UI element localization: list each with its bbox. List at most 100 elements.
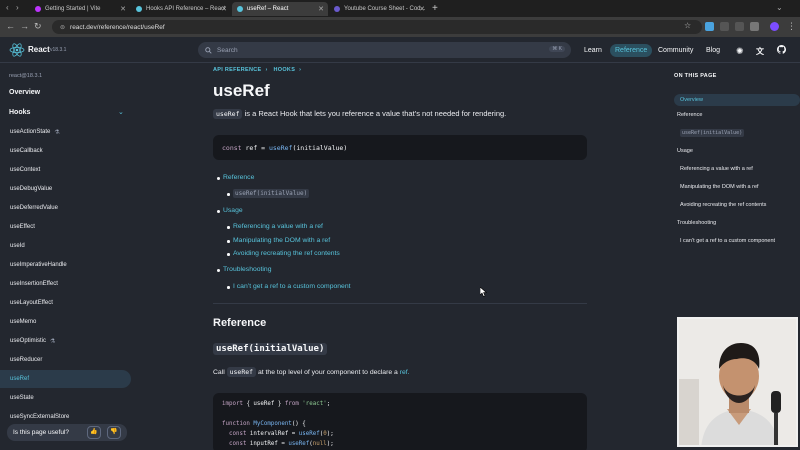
sidebar-item-overview[interactable]: Overview (9, 89, 40, 96)
back-icon[interactable]: ← (6, 21, 15, 31)
nav-blog[interactable]: Blog (701, 44, 725, 57)
browser-tab-hooks[interactable]: Hooks API Reference – React ✕ (131, 2, 231, 16)
site-info-icon[interactable]: ⊜ (60, 24, 65, 31)
browser-tab-vite[interactable]: Getting Started | Vite ✕ (30, 2, 130, 16)
tab-search-icon[interactable]: ⌄ (776, 3, 783, 12)
browser-tab-youtube-sheet[interactable]: Youtube Course Sheet - Cod... ✕ (329, 2, 429, 16)
code-keyword: const (222, 431, 247, 437)
toc-item[interactable]: Referencing a value with a ref (680, 166, 753, 172)
code-line: import { useRef } from 'react'; (222, 401, 330, 407)
forward-icon[interactable]: → (20, 21, 29, 31)
language-icon[interactable]: 文 (756, 46, 764, 57)
toc-link-manipulating-dom[interactable]: Manipulating the DOM with a ref (233, 237, 330, 244)
list-bullet (217, 177, 220, 180)
toc-item[interactable]: Manipulating the DOM with a ref (680, 184, 759, 190)
breadcrumb-hooks[interactable]: HOOKS (274, 67, 296, 73)
sidebar-item-usedeferredvalue[interactable]: useDeferredValue (10, 199, 132, 217)
sidebar-item-useoptimistic[interactable]: useOptimistic ⚗ (10, 332, 132, 350)
toc-title: ON THIS PAGE (674, 73, 717, 79)
extension-icon[interactable] (735, 22, 744, 31)
sidebar-item-usememo[interactable]: useMemo (10, 313, 132, 331)
close-tab-icon[interactable]: ✕ (419, 5, 425, 13)
divider (213, 303, 587, 304)
toc-item[interactable]: Overview (674, 94, 800, 106)
sidebar-item-useref[interactable]: useRef (0, 370, 131, 388)
code-text: (initialValue) (292, 143, 348, 152)
sidebar-item-usecontext[interactable]: useContext (10, 161, 132, 179)
new-tab-icon[interactable]: + (432, 3, 438, 14)
list-bullet (217, 210, 220, 213)
sidebar-item-usestate[interactable]: useState (10, 389, 132, 407)
thumbs-down-icon[interactable]: 👎 (107, 426, 121, 439)
sidebar-section-hooks[interactable]: Hooks (9, 109, 30, 116)
toc-link-useref-signature[interactable]: useRef(initialValue) (233, 189, 310, 198)
experimental-flask-icon: ⚗ (54, 129, 60, 136)
ref-link[interactable]: ref. (400, 369, 410, 376)
toc-item[interactable]: I can’t get a ref to a custom component (680, 238, 775, 244)
back-tab-icon[interactable]: ‹ (6, 3, 9, 12)
toc-item[interactable]: Troubleshooting (677, 220, 716, 226)
sidebar-item-useactionstate[interactable]: useActionState ⚗ (10, 123, 132, 141)
text: at the top level of your component to de… (257, 369, 398, 376)
brand-name[interactable]: React (28, 45, 50, 54)
toc-item[interactable]: Usage (677, 148, 693, 154)
sidebar-item-useimperativehandle[interactable]: useImperativeHandle (10, 256, 132, 274)
breadcrumb: API REFERENCE › HOOKS › (213, 67, 305, 73)
inline-code: useRef(initialValue) (233, 189, 310, 198)
extension-icon[interactable] (705, 22, 714, 31)
chevron-down-icon[interactable]: ⌄ (118, 108, 124, 116)
thumbs-up-icon[interactable]: 👍 (87, 426, 101, 439)
nav-reference[interactable]: Reference (610, 44, 653, 57)
list-bullet (227, 240, 230, 243)
toc-link-troubleshooting[interactable]: Troubleshooting (223, 266, 272, 273)
bookmark-star-icon[interactable]: ☆ (684, 21, 691, 30)
sidebar-item-label: useMemo (10, 319, 37, 325)
search-input[interactable]: Search ⌘ K (198, 42, 571, 58)
github-icon[interactable] (777, 45, 786, 54)
toc-link-reference[interactable]: Reference (223, 174, 254, 181)
nav-learn[interactable]: Learn (579, 44, 607, 57)
react-logo-icon[interactable] (9, 43, 25, 57)
browser-tab-useref[interactable]: useRef – React ✕ (232, 2, 328, 16)
sidebar-item-label: useDeferredValue (10, 205, 58, 211)
toc-link-avoiding-recreating[interactable]: Avoiding recreating the ref contents (233, 250, 340, 257)
sidebar-item-usereducer[interactable]: useReducer (10, 351, 132, 369)
toc-link-usage[interactable]: Usage (223, 207, 243, 214)
react-favicon-icon (237, 6, 243, 12)
extension-icon[interactable] (720, 22, 729, 31)
sidebar-item-useinsertioneffect[interactable]: useInsertionEffect (10, 275, 132, 293)
profile-avatar-icon[interactable] (770, 22, 779, 31)
toc-item[interactable]: Avoiding recreating the ref contents (680, 202, 766, 208)
sidebar-version-label: react@18.3.1 (9, 73, 43, 79)
toc-item[interactable]: Reference (677, 112, 702, 118)
address-bar[interactable]: ⊜ react.dev/reference/react/useRef (52, 20, 702, 34)
sidebar-item-usecallback[interactable]: useCallback (10, 142, 132, 160)
close-tab-icon[interactable]: ✕ (120, 5, 126, 13)
vite-favicon-icon (35, 6, 41, 12)
nav-community[interactable]: Community (653, 44, 698, 57)
browser-menu-icon[interactable]: ⋮ (787, 21, 796, 32)
close-tab-icon[interactable]: ✕ (318, 5, 324, 13)
toc-link-custom-component[interactable]: I can’t get a ref to a custom component (233, 283, 351, 290)
reload-icon[interactable]: ↻ (34, 21, 42, 32)
sidebar-item-useeffect[interactable]: useEffect (10, 218, 132, 236)
extensions-puzzle-icon[interactable] (750, 22, 759, 31)
sidebar-item-usedebugvalue[interactable]: useDebugValue (10, 180, 132, 198)
theme-toggle-icon[interactable]: ✺ (736, 46, 744, 57)
code-number: null (312, 441, 327, 447)
code-line: const intervalRef = useRef(0); (222, 431, 334, 437)
toc-item[interactable]: useRef(initialValue) (680, 129, 745, 137)
sidebar-item-label: useOptimistic (10, 338, 47, 344)
sidebar-item-useid[interactable]: useId (10, 237, 132, 255)
presenter-video (679, 319, 796, 445)
toc-link-referencing-value[interactable]: Referencing a value with a ref (233, 223, 323, 230)
close-tab-icon[interactable]: ✕ (221, 5, 227, 13)
sidebar-item-uselayouteffect[interactable]: useLayoutEffect (10, 294, 132, 312)
forward-tab-icon[interactable]: › (16, 3, 19, 12)
browser-tab-strip: ‹ › Getting Started | Vite ✕ Hooks API R… (0, 0, 800, 17)
version-label: v18.3.1 (50, 47, 67, 53)
feedback-question: Is this page useful? (13, 429, 70, 436)
site-header: React v18.3.1 Search ⌘ K Learn Reference… (0, 37, 800, 63)
breadcrumb-api-reference[interactable]: API REFERENCE (213, 67, 262, 73)
sidebar-item-label: useDebugValue (10, 186, 53, 192)
